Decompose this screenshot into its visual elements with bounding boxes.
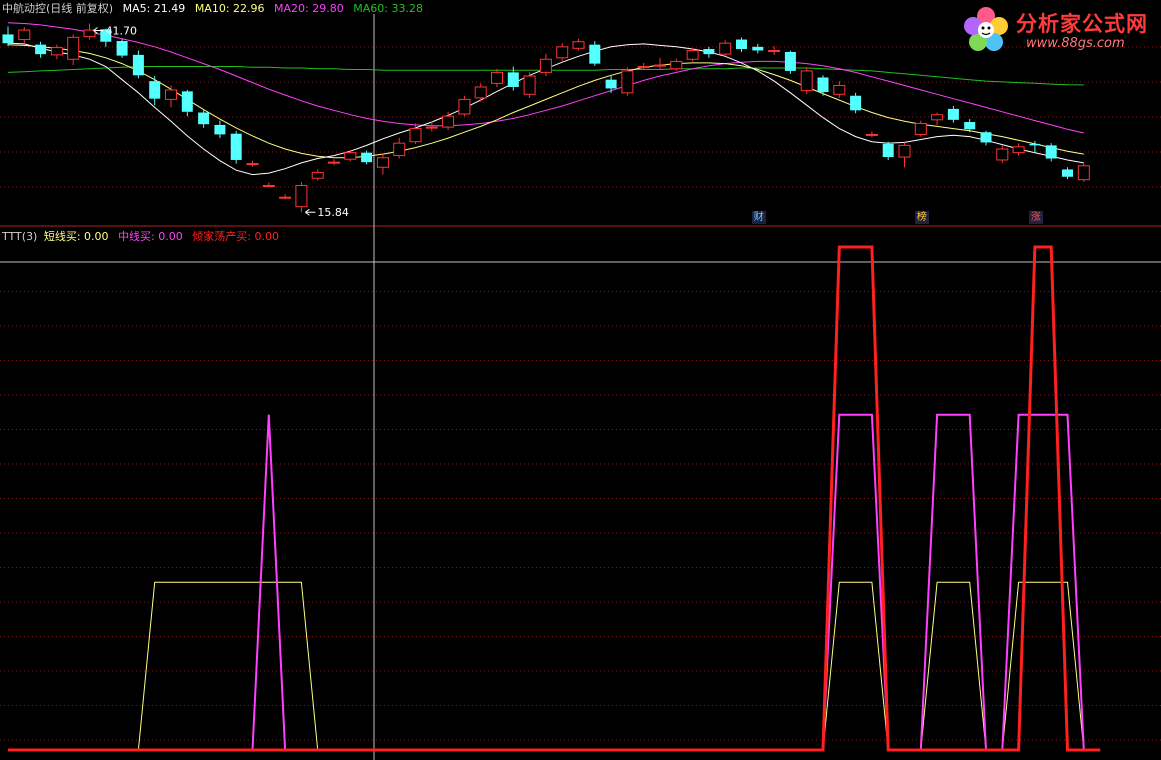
- low-arrow: [305, 208, 316, 216]
- candle-body-up: [409, 128, 422, 143]
- candle-body-down: [850, 95, 862, 111]
- candle-body-down: [35, 44, 47, 55]
- candle-body-down: [1045, 145, 1057, 159]
- candle-body-down: [181, 91, 193, 112]
- candle-body-up: [67, 36, 80, 60]
- candle-body-up: [50, 47, 63, 56]
- ma20-label: MA20: 29.80: [274, 2, 344, 15]
- ma10-label: MA10: 22.96: [194, 2, 265, 15]
- candle-body-down: [817, 77, 829, 93]
- candle-body-up: [1012, 146, 1025, 154]
- candle-body-up: [637, 66, 650, 69]
- candle-body-up: [833, 85, 846, 95]
- candle-body-down: [882, 143, 894, 158]
- candle-body-up: [344, 152, 357, 160]
- candle-body-down: [116, 41, 128, 56]
- candle-body-down: [1029, 143, 1041, 146]
- candle-body-up: [376, 157, 389, 168]
- candle-body-up: [425, 126, 438, 129]
- candle-body-up: [311, 171, 324, 179]
- stock-chart[interactable]: 41.70 15.84: [0, 0, 1161, 760]
- ma5-label: MA5: 21.49: [122, 2, 186, 15]
- candle-body-up: [328, 161, 340, 164]
- candle-body-up: [719, 42, 732, 55]
- ma60-label: MA60: 33.28: [353, 2, 423, 15]
- candle-body-up: [295, 185, 308, 208]
- candle-body-up: [931, 114, 944, 121]
- candle-body-down: [198, 112, 210, 125]
- candle-body-down: [589, 44, 601, 64]
- main-chart-header: 中航动控(日线 前复权) MA5: 21.49 MA10: 22.96 MA20…: [2, 0, 429, 16]
- candle-body-up: [686, 49, 699, 60]
- high-price-label: 41.70: [106, 24, 138, 37]
- candle-body-up: [474, 86, 487, 99]
- candle-body-up: [458, 98, 471, 115]
- stock-title: 中航动控(日线 前复权): [2, 2, 114, 15]
- candle-body-down: [784, 51, 796, 71]
- short-buy-label: 短线买: 0.00: [43, 230, 109, 243]
- candle-body-up: [654, 64, 666, 67]
- candle-body-up: [18, 29, 31, 41]
- candle-body-down: [947, 108, 959, 120]
- candle-body-up: [800, 70, 813, 92]
- candle-body-up: [491, 71, 503, 84]
- event-marker[interactable]: 榜: [914, 211, 929, 224]
- logo-url: www.88gs.com: [1026, 36, 1125, 51]
- candle-body-down: [736, 39, 747, 50]
- candle-body-up: [262, 185, 275, 188]
- candle-body-down: [964, 122, 976, 130]
- candle-body-up: [996, 148, 1009, 161]
- candle-body-down: [1062, 169, 1073, 177]
- candle-body-up: [556, 46, 569, 59]
- candle-body-down: [507, 72, 519, 87]
- candle-body-down: [361, 152, 373, 163]
- candle-body-up: [523, 75, 536, 95]
- candle-body-up: [1077, 165, 1090, 181]
- candle-body-up: [621, 70, 634, 94]
- candle-body-up: [670, 60, 683, 70]
- low-price-label: 15.84: [317, 206, 349, 219]
- candle-body-down: [149, 81, 161, 99]
- indicator-header: TTT(3) 短线买: 0.00 中线买: 0.00 倾家荡产买: 0.00: [2, 228, 285, 244]
- ma20-line: [7, 22, 1084, 134]
- candle-body-up: [83, 29, 96, 38]
- candle-body-down: [980, 132, 992, 143]
- candle-body-up: [768, 49, 781, 52]
- candle-body-up: [865, 133, 878, 136]
- indicator-line-short: [8, 581, 1101, 751]
- candle-body-down: [605, 79, 617, 89]
- candle-body-up: [898, 144, 911, 158]
- candle-body-down: [703, 49, 715, 55]
- candle-body-up: [914, 122, 927, 135]
- candle-body-up: [539, 58, 552, 73]
- event-marker[interactable]: 财: [751, 211, 766, 224]
- site-logo: 分析家公式网 www.88gs.com: [958, 2, 1153, 58]
- candle-body-up: [246, 163, 259, 166]
- candle-body-up: [442, 115, 455, 128]
- candle-body-up: [572, 41, 585, 49]
- flower-icon: [964, 7, 1008, 51]
- candle-body-up: [279, 196, 292, 199]
- candle-body-down: [230, 133, 242, 160]
- event-marker[interactable]: 涨: [1028, 211, 1043, 224]
- candle-body-up: [165, 89, 177, 100]
- mid-buy-label: 中线买: 0.00: [118, 230, 183, 243]
- candle-body-down: [752, 46, 764, 51]
- candle-body-down: [132, 54, 144, 76]
- logo-text: 分析家公式网: [1016, 12, 1148, 36]
- candle-body-down: [2, 34, 14, 44]
- candle-body-down: [214, 124, 226, 135]
- indicator-name: TTT(3): [2, 230, 38, 243]
- candle-body-up: [393, 142, 406, 157]
- all-in-buy-label: 倾家荡产买: 0.00: [192, 230, 279, 243]
